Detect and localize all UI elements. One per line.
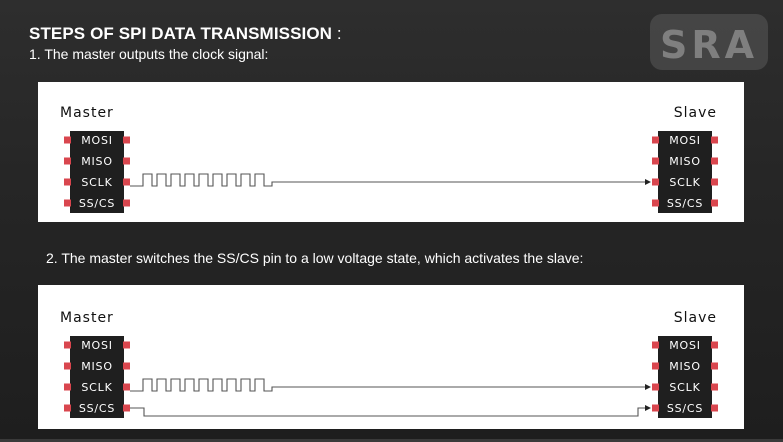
master-pin-label: MISO	[81, 360, 113, 373]
master-label: Master	[60, 105, 114, 121]
slave-pin-label: SCLK	[669, 176, 700, 189]
master-label: Master	[60, 310, 114, 326]
master-pin-left	[64, 362, 71, 370]
slave-pin-left	[652, 178, 659, 186]
slave-pin-left	[652, 157, 659, 165]
master-pin-label: SS/CS	[79, 402, 115, 415]
master-pin-left	[64, 178, 71, 186]
master-pin-right	[123, 341, 130, 349]
master-pin-right	[123, 362, 130, 370]
slave-label: Slave	[674, 105, 717, 121]
diagram-step2-svg: Master Slave MOSI MISO SCLK SS/CS MOSI MISO SCLK…	[60, 310, 718, 418]
step2-text: 2. The master switches the SS/CS pin to …	[46, 250, 584, 266]
slave-pin-label: MOSI	[669, 339, 701, 352]
slave-pin-left	[652, 404, 659, 412]
ss-cs-wire	[130, 407, 650, 417]
slave-pin-label: MISO	[669, 155, 701, 168]
master-pin-left	[64, 199, 71, 207]
slave-pin-right	[711, 404, 718, 412]
master-pin-left	[64, 341, 71, 349]
arrow-icon	[645, 179, 651, 185]
slave-pin-left	[652, 136, 659, 144]
diagram-step2: Master Slave MOSI MISO SCLK SS/CS MOSI MISO SCLK…	[38, 285, 744, 429]
master-pin-label: SCLK	[81, 176, 112, 189]
master-pin-left	[64, 136, 71, 144]
sra-logo: SRA	[650, 14, 768, 70]
master-pin-label: MISO	[81, 155, 113, 168]
master-pin-left	[64, 383, 71, 391]
slave-pin-right	[711, 136, 718, 144]
slave-label: Slave	[674, 310, 717, 326]
slave-pin-left	[652, 383, 659, 391]
slave-pin-left	[652, 341, 659, 349]
master-pin-right	[123, 178, 130, 186]
step1-text: 1. The master outputs the clock signal:	[29, 46, 269, 62]
master-pin-right	[123, 157, 130, 165]
slave-pin-left	[652, 362, 659, 370]
title-colon: :	[332, 24, 342, 43]
slave-pin-label: SCLK	[669, 381, 700, 394]
master-pin-label: MOSI	[81, 339, 113, 352]
diagram-step1-svg: Master Slave MOSI MISO SCLK SS/CS MOSI MISO SCLK…	[60, 105, 718, 213]
slave-pin-left	[652, 199, 659, 207]
master-pin-right	[123, 404, 130, 412]
slave-pin-right	[711, 362, 718, 370]
master-pin-right	[123, 383, 130, 391]
title-text: STEPS OF SPI DATA TRANSMISSION	[29, 24, 333, 43]
master-pin-label: SS/CS	[79, 197, 115, 210]
arrow-icon	[645, 384, 651, 390]
slave-pin-right	[711, 341, 718, 349]
master-pin-right	[123, 199, 130, 207]
slave-pin-right	[711, 199, 718, 207]
slave-pin-right	[711, 178, 718, 186]
logo-text: SRA	[660, 23, 758, 67]
slave-pin-label: MISO	[669, 360, 701, 373]
master-pin-right	[123, 136, 130, 144]
slave-pin-label: MOSI	[669, 134, 701, 147]
diagram-step1: Master Slave MOSI MISO SCLK SS/CS MOSI MISO SCLK…	[38, 82, 744, 222]
sclk-wire	[130, 378, 650, 392]
master-pin-left	[64, 404, 71, 412]
arrow-icon	[645, 405, 651, 411]
master-pin-label: SCLK	[81, 381, 112, 394]
slave-pin-right	[711, 383, 718, 391]
master-pin-label: MOSI	[81, 134, 113, 147]
master-pin-left	[64, 157, 71, 165]
slave-pin-label: SS/CS	[667, 197, 703, 210]
page-title: STEPS OF SPI DATA TRANSMISSION :	[29, 24, 342, 44]
slave-pin-right	[711, 157, 718, 165]
slave-pin-label: SS/CS	[667, 402, 703, 415]
sclk-wire	[130, 173, 650, 187]
